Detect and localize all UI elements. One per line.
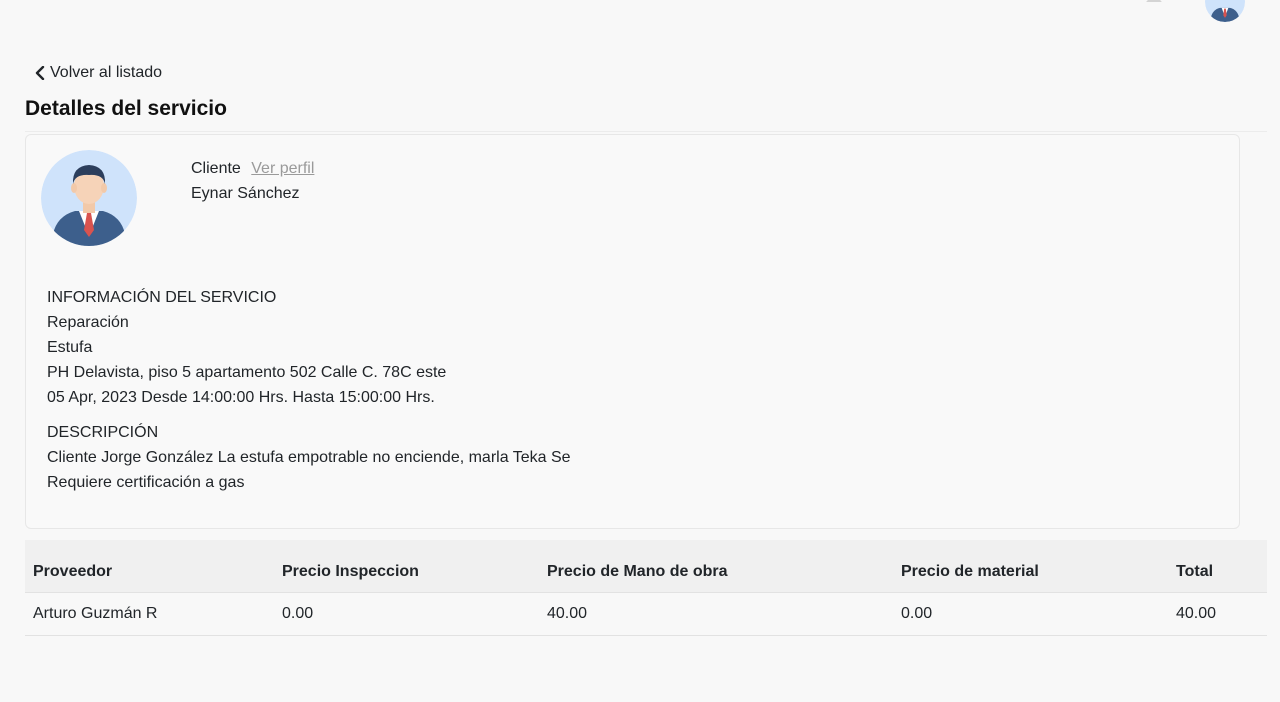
cell-provider: Arturo Guzmán R <box>25 592 274 636</box>
client-name: Eynar Sánchez <box>191 185 300 202</box>
column-header-provider: Proveedor <box>25 540 274 593</box>
bell-icon[interactable] <box>1145 0 1163 8</box>
top-bar <box>0 0 1280 24</box>
table-header-row: Proveedor Precio Inspeccion Precio de Ma… <box>25 540 1267 593</box>
description-text-line-1: Cliente Jorge González La estufa empotra… <box>47 449 571 466</box>
description-section: DESCRIPCIÓN Cliente Jorge González La es… <box>47 420 571 495</box>
column-header-labor-price: Precio de Mano de obra <box>539 540 893 593</box>
back-link-label: Volver al listado <box>50 64 163 81</box>
column-header-total: Total <box>1168 540 1267 593</box>
column-header-material-price: Precio de material <box>893 540 1168 593</box>
view-profile-link[interactable]: Ver perfil <box>251 160 314 177</box>
cell-total: 40.00 <box>1168 592 1267 636</box>
back-to-list-link[interactable]: Volver al listado <box>34 64 162 82</box>
service-address: PH Delavista, piso 5 apartamento 502 Cal… <box>47 364 447 381</box>
service-type: Reparación <box>47 314 129 331</box>
service-schedule: 05 Apr, 2023 Desde 14:00:00 Hrs. Hasta 1… <box>47 389 435 406</box>
user-avatar[interactable] <box>1205 0 1245 22</box>
cell-inspection-price: 0.00 <box>274 592 539 636</box>
cell-material-price: 0.00 <box>893 592 1168 636</box>
cell-labor-price: 40.00 <box>539 592 893 636</box>
service-info-heading: INFORMACIÓN DEL SERVICIO <box>47 289 277 306</box>
providers-table: Proveedor Precio Inspeccion Precio de Ma… <box>25 540 1267 636</box>
description-text-line-2: Requiere certificación a gas <box>47 474 245 491</box>
description-heading: DESCRIPCIÓN <box>47 424 159 441</box>
table-row: Arturo Guzmán R 0.00 40.00 0.00 40.00 <box>25 592 1267 636</box>
title-divider <box>25 131 1267 132</box>
service-details-card: Cliente Ver perfil Eynar Sánchez INFORMA… <box>25 134 1240 529</box>
businessman-avatar-icon <box>41 150 137 246</box>
client-label-row: Cliente Ver perfil <box>191 160 314 178</box>
service-info-section: INFORMACIÓN DEL SERVICIO Reparación Estu… <box>47 285 446 410</box>
client-avatar <box>41 150 137 246</box>
column-header-inspection-price: Precio Inspeccion <box>274 540 539 593</box>
chevron-left-icon <box>35 66 45 80</box>
client-label: Cliente <box>191 160 241 177</box>
page-title: Detalles del servicio <box>25 97 227 120</box>
service-appliance: Estufa <box>47 339 93 356</box>
